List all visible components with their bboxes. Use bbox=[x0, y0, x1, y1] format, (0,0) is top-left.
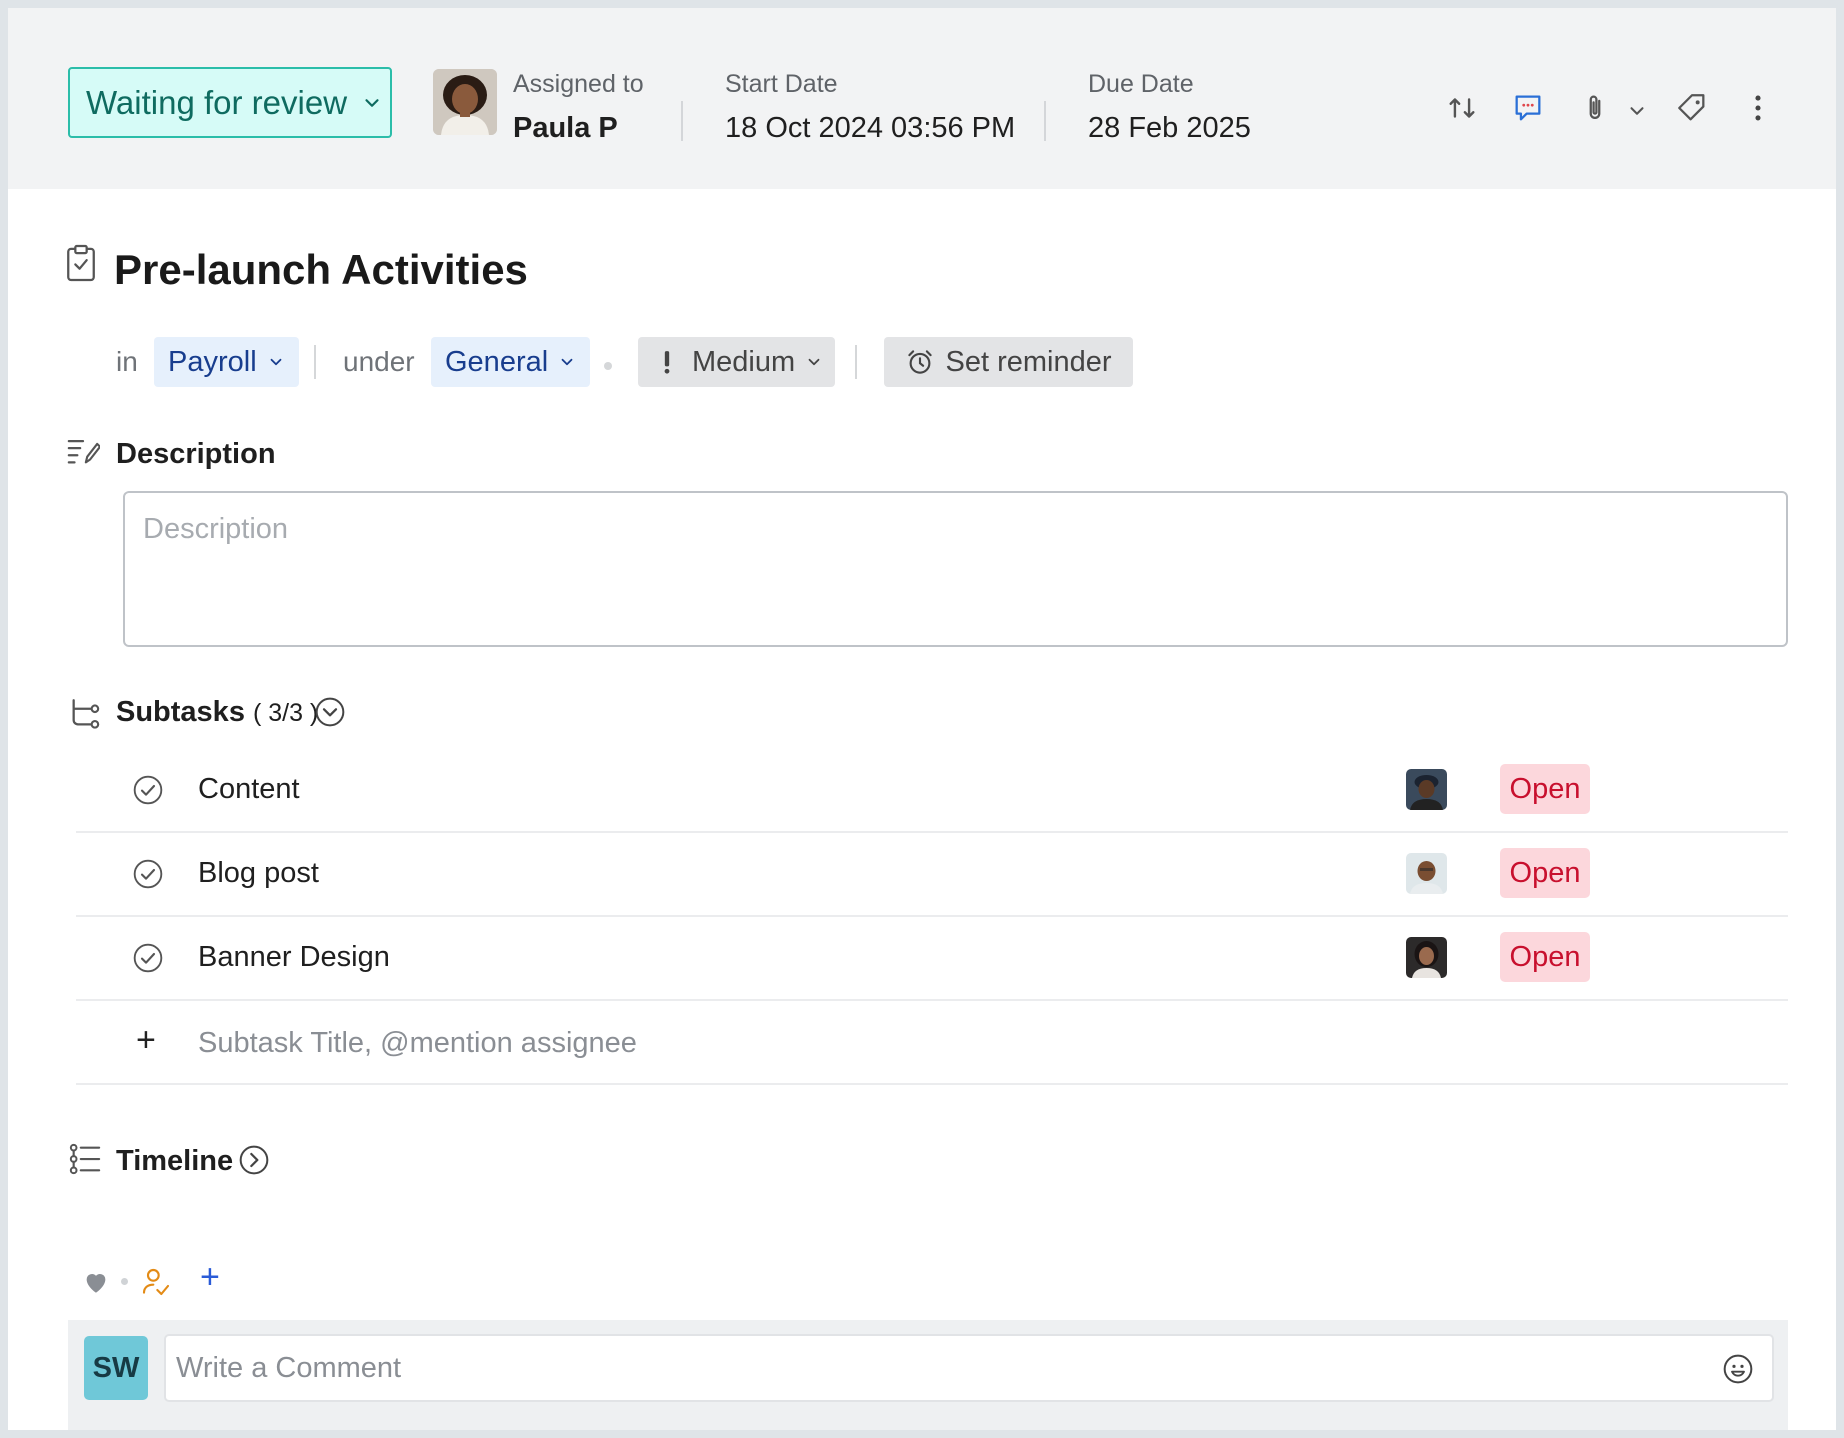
assignee-name[interactable]: Paula P bbox=[513, 112, 618, 145]
comment-icon[interactable] bbox=[1511, 91, 1545, 125]
subtask-assignee-avatar[interactable] bbox=[1406, 853, 1447, 894]
chevron-down-icon[interactable] bbox=[1626, 100, 1648, 122]
divider bbox=[314, 345, 316, 379]
timeline-heading: Timeline bbox=[116, 1145, 234, 1177]
status-dropdown[interactable]: Waiting for review bbox=[68, 67, 392, 138]
assigned-to-label: Assigned to bbox=[513, 70, 644, 98]
tasklist-label: General bbox=[445, 345, 549, 378]
divider bbox=[1044, 101, 1046, 141]
under-label: under bbox=[343, 346, 415, 377]
subtask-name[interactable]: Blog post bbox=[198, 857, 319, 890]
in-label: in bbox=[116, 346, 138, 377]
subtask-assignee-avatar[interactable] bbox=[1406, 769, 1447, 810]
task-clipboard-icon bbox=[67, 244, 95, 282]
project-label: Payroll bbox=[168, 345, 257, 378]
due-date-value[interactable]: 28 Feb 2025 bbox=[1088, 112, 1251, 145]
start-date-label: Start Date bbox=[725, 70, 838, 98]
separator-dot bbox=[604, 362, 612, 370]
chevron-down-circle-icon[interactable] bbox=[314, 696, 346, 728]
status-label: Waiting for review bbox=[86, 83, 348, 121]
comment-placeholder: Write a Comment bbox=[176, 1351, 402, 1384]
status-badge[interactable]: Open bbox=[1500, 764, 1590, 814]
description-input[interactable]: Description bbox=[123, 491, 1788, 647]
chevron-down-icon bbox=[270, 358, 282, 366]
subtasks-tree-icon bbox=[72, 699, 100, 729]
exclamation-icon bbox=[664, 351, 670, 374]
subtask-row[interactable]: Blog post Open bbox=[76, 833, 1788, 917]
status-badge[interactable]: Open bbox=[1500, 848, 1590, 898]
comment-bar: SW Write a Comment bbox=[68, 1320, 1788, 1430]
more-vertical-icon[interactable] bbox=[1741, 91, 1775, 125]
subtask-row[interactable]: Content Open bbox=[76, 749, 1788, 833]
assignee-avatar[interactable] bbox=[433, 69, 497, 135]
comment-input[interactable]: Write a Comment bbox=[164, 1334, 1774, 1402]
check-circle-icon[interactable] bbox=[132, 942, 164, 974]
convert-icon[interactable] bbox=[1445, 91, 1479, 125]
divider bbox=[855, 345, 857, 379]
due-date-label: Due Date bbox=[1088, 70, 1194, 98]
subtask-row[interactable]: Banner Design Open bbox=[76, 917, 1788, 1001]
alarm-clock-icon bbox=[908, 350, 933, 374]
subtasks-count: ( 3/3 ) bbox=[252, 699, 319, 727]
description-placeholder: Description bbox=[143, 513, 289, 545]
add-subtask-row[interactable]: + Subtask Title, @mention assignee bbox=[76, 1001, 1788, 1085]
attachment-icon[interactable] bbox=[1578, 91, 1612, 125]
subtasks-heading-label: Subtasks bbox=[116, 696, 245, 728]
tasklist-dropdown[interactable]: General bbox=[431, 337, 591, 387]
priority-label: Medium bbox=[692, 345, 796, 378]
tag-icon[interactable] bbox=[1675, 91, 1709, 125]
timeline-list-icon bbox=[69, 1143, 101, 1175]
divider bbox=[681, 101, 683, 141]
start-date-value[interactable]: 18 Oct 2024 03:56 PM bbox=[725, 112, 1015, 145]
description-edit-icon bbox=[67, 439, 100, 464]
subtask-name[interactable]: Content bbox=[198, 773, 300, 806]
heart-icon[interactable] bbox=[80, 1266, 112, 1298]
chevron-right-circle-icon[interactable] bbox=[238, 1144, 270, 1176]
chevron-down-icon bbox=[561, 358, 573, 366]
subtasks-heading: Subtasks( 3/3 ) bbox=[116, 696, 318, 729]
user-avatar: SW bbox=[84, 1336, 148, 1400]
add-subtask-input[interactable]: Subtask Title, @mention assignee bbox=[198, 1027, 637, 1060]
chevron-down-icon bbox=[365, 98, 379, 107]
set-reminder-label: Set reminder bbox=[945, 345, 1112, 378]
task-detail-panel: Waiting for review Assigned to Paula P S… bbox=[8, 8, 1836, 1430]
status-badge[interactable]: Open bbox=[1500, 932, 1590, 982]
separator-dot bbox=[121, 1278, 128, 1285]
task-header: Waiting for review Assigned to Paula P S… bbox=[8, 8, 1836, 189]
set-reminder-button[interactable]: Set reminder bbox=[884, 337, 1133, 387]
description-heading: Description bbox=[116, 438, 276, 470]
subtask-name[interactable]: Banner Design bbox=[198, 941, 390, 974]
emoji-icon[interactable] bbox=[1722, 1353, 1754, 1385]
project-dropdown[interactable]: Payroll bbox=[154, 337, 299, 387]
chevron-down-icon bbox=[808, 358, 820, 366]
task-title[interactable]: Pre-launch Activities bbox=[114, 246, 528, 294]
follower-icon[interactable] bbox=[140, 1266, 172, 1298]
subtask-assignee-avatar[interactable] bbox=[1406, 937, 1447, 978]
priority-dropdown[interactable]: Medium bbox=[638, 337, 836, 387]
check-circle-icon[interactable] bbox=[132, 858, 164, 890]
add-subtask-plus[interactable]: + bbox=[136, 1021, 156, 1060]
add-follower-button[interactable]: + bbox=[200, 1258, 220, 1297]
check-circle-icon[interactable] bbox=[132, 774, 164, 806]
